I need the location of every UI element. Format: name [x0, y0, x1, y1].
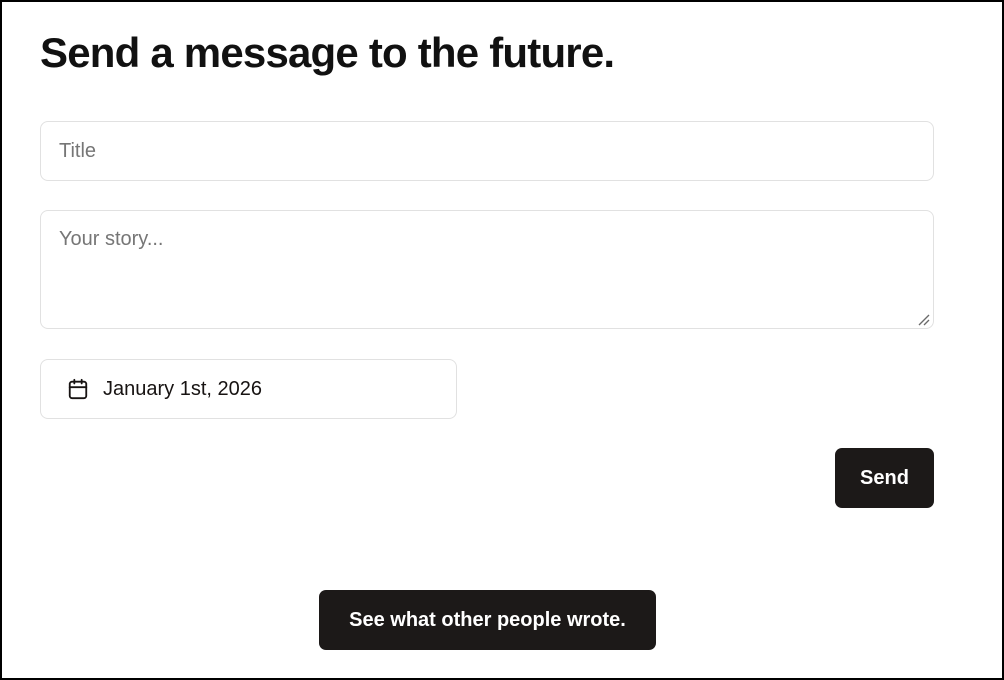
selected-date: January 1st, 2026	[103, 377, 262, 400]
title-input[interactable]	[40, 121, 934, 181]
resize-handle-icon[interactable]	[916, 312, 930, 326]
date-picker-button[interactable]: January 1st, 2026	[40, 359, 457, 419]
app-window: Send a message to the future. January 1s…	[0, 0, 1004, 680]
page-title: Send a message to the future.	[40, 29, 615, 76]
send-button[interactable]: Send	[835, 448, 934, 508]
see-others-button[interactable]: See what other people wrote.	[319, 590, 656, 650]
calendar-icon	[67, 378, 89, 400]
story-textarea[interactable]	[40, 210, 934, 329]
